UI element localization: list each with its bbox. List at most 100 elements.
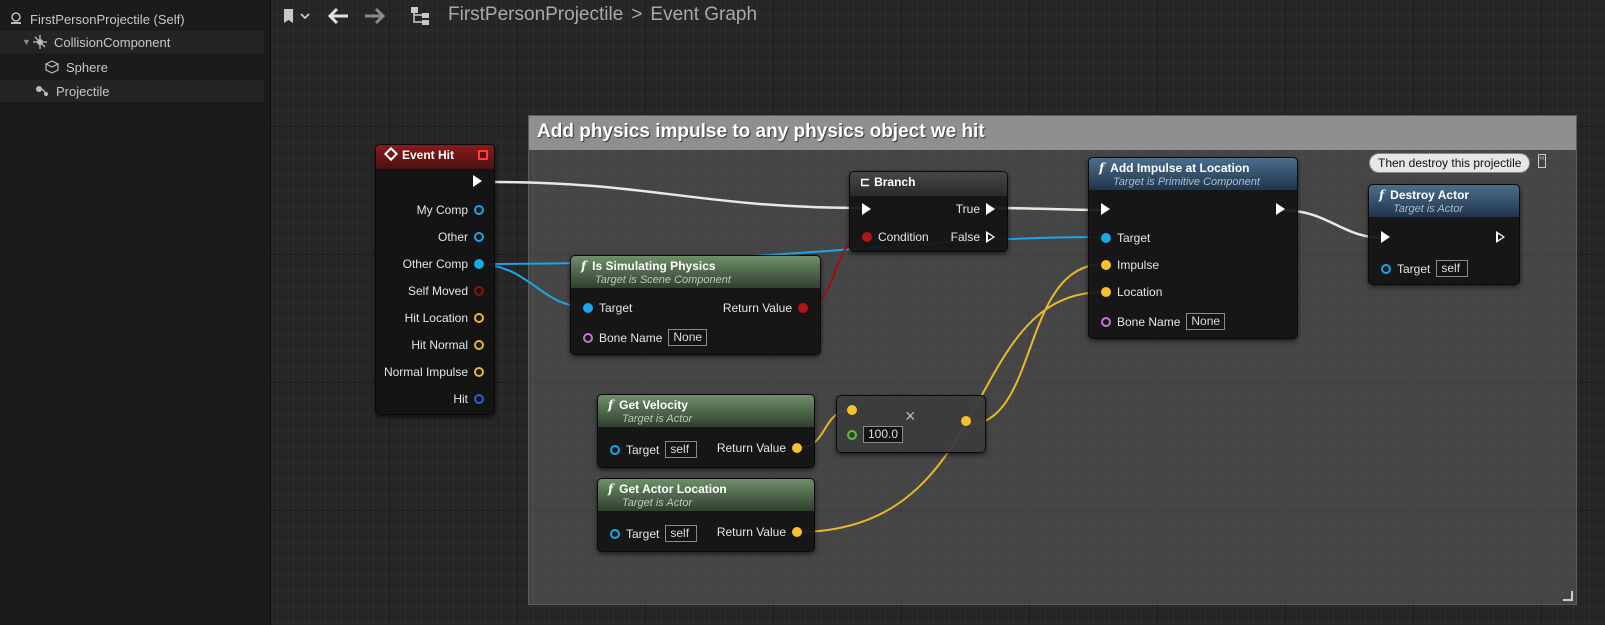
pin-float-in[interactable]: 100.0 [847,426,904,443]
object-pin-icon[interactable] [474,259,484,269]
delegate-pin-icon[interactable] [478,150,488,160]
target-input[interactable]: self [665,525,698,542]
graph-hierarchy-icon[interactable] [409,5,433,27]
comment-title[interactable]: Add physics impulse to any physics objec… [529,116,1576,150]
pin-return-value[interactable]: Return Value [717,525,802,539]
pin-target[interactable]: Target self [610,441,698,458]
node-add-impulse-at-location[interactable]: f Add Impulse at Location Target is Primi… [1088,157,1298,339]
exec-pin-icon[interactable] [1101,203,1110,215]
exec-in-pin[interactable] [1101,203,1110,215]
exec-in-pin[interactable] [1381,231,1390,243]
pin-normal-impulse[interactable]: Normal Impulse [384,365,484,379]
multiplier-input[interactable]: 100.0 [863,426,904,443]
tree-item-sphere[interactable]: Sphere [44,56,108,78]
node-header[interactable]: f Is Simulating Physics Target is Scene C… [571,256,820,288]
vector-pin-icon[interactable] [474,340,484,350]
breadcrumb-blueprint[interactable]: FirstPersonProjectile [448,4,623,26]
pin-true[interactable]: True [956,202,995,216]
vector-pin-icon[interactable] [1101,287,1111,297]
node-header[interactable]: ⊏ Branch [850,172,1007,196]
bool-pin-icon[interactable] [474,286,484,296]
exec-out-pin[interactable] [1496,231,1505,243]
pin-condition[interactable]: Condition [862,230,929,244]
node-header[interactable]: f Destroy Actor Target is Actor [1369,185,1519,217]
node-multiply[interactable]: 100.0 × [836,395,986,453]
vector-pin-icon[interactable] [961,416,971,426]
node-header[interactable]: f Get Velocity Target is Actor [598,395,814,427]
pin-vector-in[interactable] [847,405,857,415]
exec-pin-icon[interactable] [1496,231,1505,243]
exec-pin-icon[interactable] [986,203,995,215]
vector-pin-icon[interactable] [474,367,484,377]
pin-bone-name[interactable]: Bone Name None [583,329,708,346]
bubble-pin-icon[interactable]: ‹‹ [1538,154,1546,168]
pin-bone-name[interactable]: Bone Name None [1101,313,1226,330]
node-destroy-actor[interactable]: f Destroy Actor Target is Actor Target sel… [1368,184,1520,285]
object-pin-icon[interactable] [610,444,620,455]
tree-item-collision[interactable]: ▼ CollisionComponent [0,31,264,53]
pin-false[interactable]: False [951,230,995,244]
node-get-velocity[interactable]: f Get Velocity Target is Actor Target self… [597,394,815,468]
node-branch[interactable]: ⊏ Branch True Condition False [849,171,1008,252]
tree-item-projectile[interactable]: Projectile [0,80,264,102]
exec-out-pin[interactable] [473,175,482,187]
bool-pin-icon[interactable] [798,303,808,313]
pin-other[interactable]: Other [438,230,484,244]
target-input[interactable]: self [665,441,698,458]
exec-out-pin[interactable] [1276,203,1285,215]
node-get-actor-location[interactable]: f Get Actor Location Target is Actor Targ… [597,478,815,552]
pin-target[interactable]: Target self [610,525,698,542]
object-pin-icon[interactable] [1101,233,1111,243]
exec-pin-icon[interactable] [986,231,995,243]
pin-return-value[interactable]: Return Value [717,441,802,455]
pin-return-value[interactable]: Return Value [723,301,808,315]
forward-arrow-icon[interactable] [363,5,387,27]
vector-pin-icon[interactable] [847,405,857,415]
node-header[interactable]: f Get Actor Location Target is Actor [598,479,814,511]
name-pin-icon[interactable] [583,332,593,343]
name-pin-icon[interactable] [1101,316,1111,327]
pin-impulse[interactable]: Impulse [1101,258,1159,272]
back-arrow-icon[interactable] [326,5,350,27]
pin-other-comp[interactable]: Other Comp [403,257,484,271]
bone-name-input[interactable]: None [668,329,708,346]
pin-hit-normal[interactable]: Hit Normal [411,338,484,352]
bool-pin-icon[interactable] [862,232,872,242]
breadcrumb-graph[interactable]: Event Graph [650,4,757,26]
vector-pin-icon[interactable] [1101,260,1111,270]
node-header[interactable]: Event Hit [376,145,494,169]
resize-handle-icon[interactable] [1563,591,1573,601]
bookmark-menu-button[interactable] [281,6,313,26]
vector-pin-icon[interactable] [792,527,802,537]
node-header[interactable]: f Add Impulse at Location Target is Primi… [1089,158,1297,190]
pin-hit[interactable]: Hit [453,392,484,406]
pin-target[interactable]: Target [583,301,632,315]
pin-hit-location[interactable]: Hit Location [405,311,484,325]
exec-pin-icon[interactable] [862,203,871,215]
struct-pin-icon[interactable] [474,394,484,404]
node-comment-bubble[interactable]: Then destroy this projectile [1369,153,1531,173]
node-is-simulating-physics[interactable]: f Is Simulating Physics Target is Scene C… [570,255,821,355]
float-pin-icon[interactable] [847,429,857,440]
pin-my-comp[interactable]: My Comp [417,203,484,217]
vector-pin-icon[interactable] [792,443,802,453]
object-pin-icon[interactable] [610,528,620,539]
pin-target[interactable]: Target [1101,231,1150,245]
pin-self-moved[interactable]: Self Moved [408,284,484,298]
object-pin-icon[interactable] [474,232,484,242]
object-pin-icon[interactable] [474,205,484,215]
exec-pin-icon[interactable] [473,175,482,187]
expand-arrow-icon[interactable]: ▼ [22,37,32,47]
node-event-hit[interactable]: Event Hit My Comp Other Other Comp Self … [375,144,495,415]
exec-in-pin[interactable] [862,203,871,215]
pin-location[interactable]: Location [1101,285,1162,299]
pin-target[interactable]: Target self [1381,260,1469,277]
target-input[interactable]: self [1436,260,1469,277]
pin-vector-out[interactable] [961,416,971,426]
tree-item-root[interactable]: FirstPersonProjectile (Self) [8,8,185,30]
bone-name-input[interactable]: None [1186,313,1226,330]
exec-pin-icon[interactable] [1381,231,1390,243]
object-pin-icon[interactable] [1381,263,1391,274]
object-pin-icon[interactable] [583,303,593,313]
vector-pin-icon[interactable] [474,313,484,323]
